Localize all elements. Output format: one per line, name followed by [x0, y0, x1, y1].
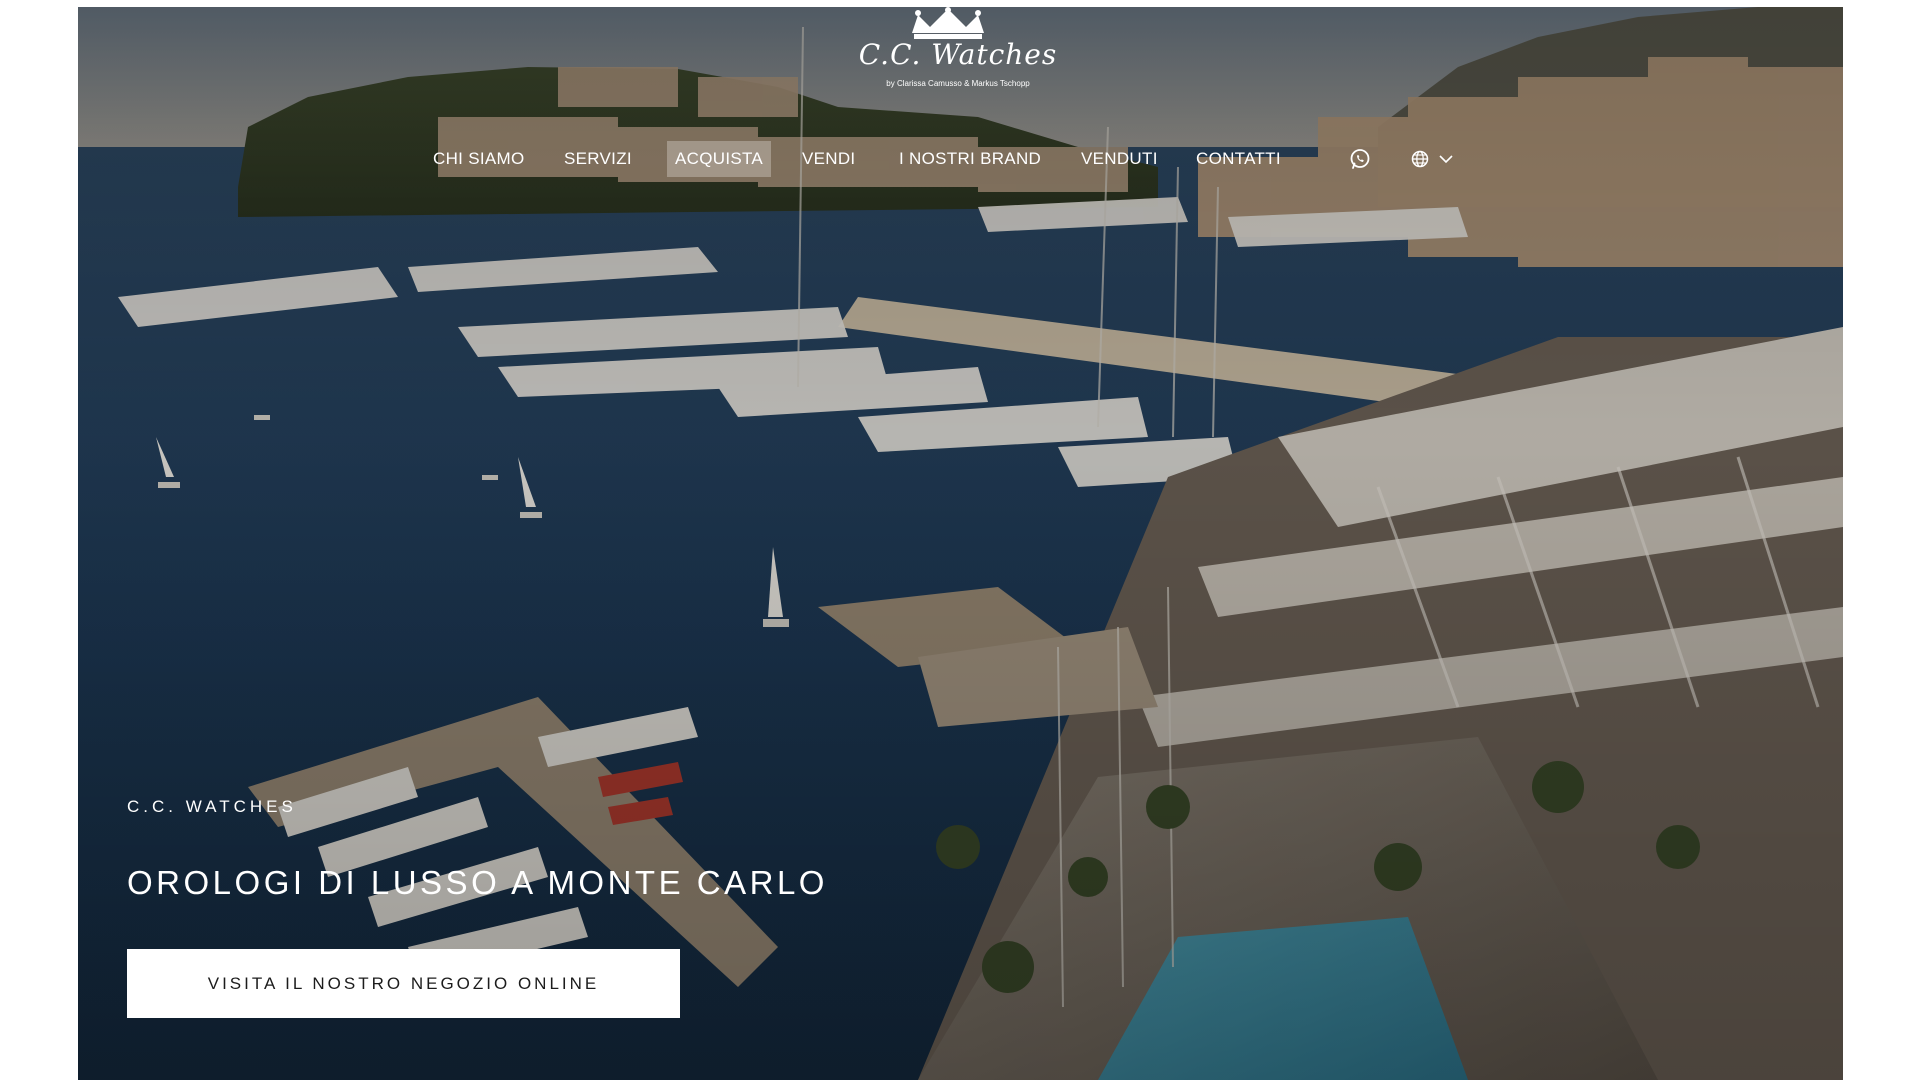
crown-icon [912, 7, 984, 39]
chevron-down-icon[interactable] [1434, 147, 1458, 171]
visit-online-shop-button[interactable]: VISITA IL NOSTRO NEGOZIO ONLINE [127, 949, 680, 1018]
nav-item-vendi[interactable]: VENDI [794, 141, 863, 177]
nav-item-contatti[interactable]: CONTATTI [1188, 141, 1289, 177]
hero-eyebrow: C.C. WATCHES [127, 797, 297, 816]
whatsapp-icon[interactable] [1348, 147, 1372, 171]
brand-wordmark: C.C. Watches [858, 38, 1058, 71]
nav-item-i-nostri-brand[interactable]: I NOSTRI BRAND [891, 141, 1049, 177]
nav-item-servizi[interactable]: SERVIZI [556, 141, 640, 177]
brand-tagline: by Clarissa Camusso & Markus Tschopp [886, 79, 1030, 88]
hero-headline: OROLOGI DI LUSSO A MONTE CARLO [127, 864, 828, 901]
globe-icon[interactable] [1408, 147, 1432, 171]
main-nav: CHI SIAMO SERVIZI ACQUISTA VENDI I NOSTR… [78, 141, 1843, 181]
brand-logo[interactable]: C.C. Watches by Clarissa Camusso & Marku… [858, 7, 1058, 97]
nav-item-acquista[interactable]: ACQUISTA [667, 141, 772, 177]
nav-item-chi-siamo[interactable]: CHI SIAMO [425, 141, 533, 177]
nav-item-venduti[interactable]: VENDUTI [1073, 141, 1166, 177]
hero-section: C.C. Watches by Clarissa Camusso & Marku… [78, 7, 1843, 1080]
